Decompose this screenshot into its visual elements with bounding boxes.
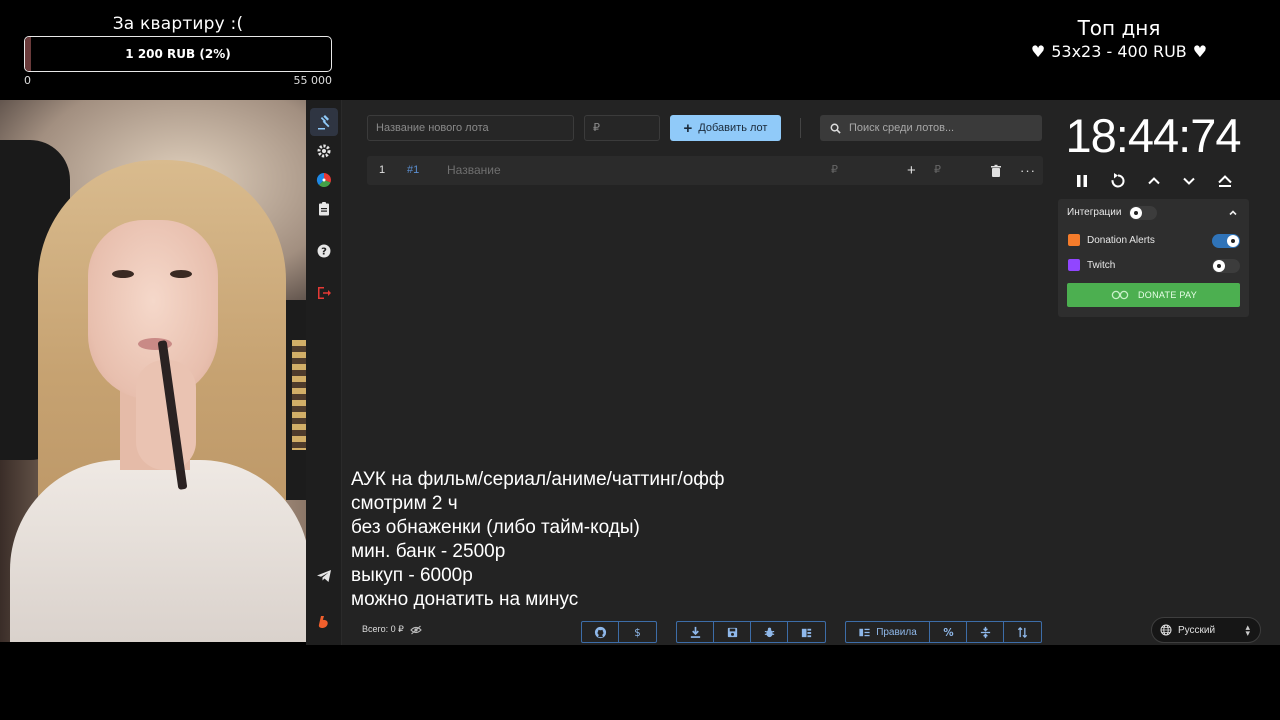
donation-alerts-label: Donation Alerts: [1087, 234, 1155, 246]
donatepay-icon: [1111, 290, 1129, 300]
rules-line: смотрим 2 ч: [351, 493, 458, 514]
svg-text:$: $: [634, 628, 641, 639]
logout-icon[interactable]: [310, 279, 338, 307]
chevron-up-icon[interactable]: [1227, 207, 1239, 219]
search-placeholder: Поиск среди лотов...: [849, 122, 955, 134]
save-icon[interactable]: [714, 622, 751, 642]
percent-icon[interactable]: %: [930, 622, 967, 642]
auction-icon[interactable]: [310, 108, 338, 136]
links-group: $: [581, 621, 657, 643]
wheel-icon[interactable]: [310, 166, 338, 194]
tools-group: Правила %: [845, 621, 1042, 643]
settings-icon[interactable]: [310, 137, 338, 165]
twitch-toggle[interactable]: [1212, 259, 1240, 273]
goal-progress-text: 1 200 RUB (2%): [125, 47, 231, 61]
twitch-row: Twitch: [1068, 259, 1115, 271]
total-label: Всего: 0 ₽: [362, 624, 404, 634]
top-of-day: Топ дня ♥ 53x23 - 400 RUB ♥: [1024, 14, 1214, 61]
new-lot-input[interactable]: Название нового лота: [367, 115, 574, 141]
archive-icon[interactable]: [788, 622, 825, 642]
history-icon[interactable]: [310, 195, 338, 223]
rules-text: АУК на фильм/сериал/аниме/чаттинг/офф см…: [351, 468, 725, 612]
select-arrows-icon: ▴ ▾: [1245, 622, 1250, 638]
rules-line: без обнаженки (либо тайм-коды): [351, 517, 640, 538]
donation-goal: За квартиру :( 1 200 RUB (2%) 0 55 000: [24, 12, 332, 87]
twitch-icon: [1068, 259, 1080, 271]
hide-icon[interactable]: [410, 625, 422, 635]
add-amount-button[interactable]: +: [907, 156, 916, 185]
toolbar-divider: [800, 118, 801, 138]
integrations-toggle[interactable]: [1129, 206, 1157, 220]
sort-icon[interactable]: [1004, 622, 1041, 642]
search-icon: [830, 123, 841, 134]
pause-icon[interactable]: [1071, 170, 1093, 192]
top-day-entry-text: 53x23 - 400 RUB: [1051, 42, 1187, 61]
help-icon[interactable]: ?: [310, 237, 338, 265]
trash-icon[interactable]: [989, 164, 1003, 178]
goal-scale: 0 55 000: [24, 74, 332, 87]
list-icon: [859, 628, 870, 636]
github-icon[interactable]: [582, 622, 619, 642]
integrations-title: Интеграции: [1067, 207, 1122, 218]
lot-name-input[interactable]: Название: [447, 156, 501, 185]
add-lot-button[interactable]: + Добавить лот: [670, 115, 781, 141]
lot-amount-input[interactable]: ₽: [584, 115, 660, 141]
webcam-feed: [0, 100, 306, 642]
lot-add-amount-field[interactable]: ₽: [934, 156, 941, 185]
donate-icon[interactable]: $: [619, 622, 656, 642]
eject-icon[interactable]: [1214, 170, 1236, 192]
rules-line: выкуп - 6000р: [351, 565, 473, 586]
language-select[interactable]: Русский ▴ ▾: [1151, 617, 1261, 643]
boosty-icon[interactable]: [310, 608, 338, 636]
merge-icon[interactable]: [967, 622, 1004, 642]
add-lot-label: Добавить лот: [698, 122, 768, 134]
goal-title: За квартиру :(: [112, 14, 244, 34]
lot-index: 1: [379, 164, 386, 176]
telegram-icon[interactable]: [310, 562, 338, 590]
file-actions-group: [676, 621, 826, 643]
twitch-label: Twitch: [1087, 259, 1116, 271]
lot-id[interactable]: #1: [407, 156, 419, 185]
rules-line: мин. банк - 2500р: [351, 541, 506, 562]
total-amount: Всего: 0 ₽: [362, 624, 422, 635]
goal-max: 55 000: [293, 74, 333, 87]
goal-progress-bar: 1 200 RUB (2%): [24, 36, 332, 72]
heart-icon: ♥: [1030, 42, 1046, 61]
donatepay-button[interactable]: DONATE PAY: [1067, 283, 1240, 307]
goal-min: 0: [24, 74, 31, 87]
rules-button[interactable]: Правила: [846, 622, 930, 642]
language-label: Русский: [1178, 624, 1216, 636]
download-icon[interactable]: [677, 622, 714, 642]
bug-icon[interactable]: [751, 622, 788, 642]
lot-row: 1 #1 Название ₽ + ₽ ···: [367, 156, 1043, 185]
lot-amount-field[interactable]: ₽: [831, 156, 838, 185]
more-icon[interactable]: ···: [1020, 156, 1036, 185]
rules-line: АУК на фильм/сериал/аниме/чаттинг/офф: [351, 469, 725, 490]
rules-line: можно донатить на минус: [351, 589, 579, 610]
timer-display: 18:44:74: [1065, 109, 1242, 162]
lot-search-input[interactable]: Поиск среди лотов...: [820, 115, 1042, 141]
rules-button-label: Правила: [876, 626, 917, 638]
chevron-down-icon[interactable]: [1178, 170, 1200, 192]
chevron-up-icon[interactable]: [1143, 170, 1165, 192]
donation-alerts-row: Donation Alerts: [1068, 234, 1155, 246]
donation-alerts-toggle[interactable]: [1212, 234, 1240, 248]
top-day-title: Топ дня: [1077, 16, 1161, 40]
svg-text:?: ?: [321, 247, 327, 258]
top-day-entry: ♥ 53x23 - 400 RUB ♥: [1024, 42, 1214, 61]
globe-icon: [1160, 624, 1172, 636]
svg-text:%: %: [943, 628, 953, 639]
integrations-panel: Интеграции Donation Alerts Twitch DONATE…: [1058, 199, 1249, 317]
heart-icon: ♥: [1192, 42, 1208, 61]
donation-alerts-icon: [1068, 234, 1080, 246]
plus-icon: +: [683, 119, 693, 137]
reset-icon[interactable]: [1107, 170, 1129, 192]
sidebar: ?: [306, 100, 342, 645]
donatepay-label: DONATE PAY: [1137, 290, 1197, 300]
